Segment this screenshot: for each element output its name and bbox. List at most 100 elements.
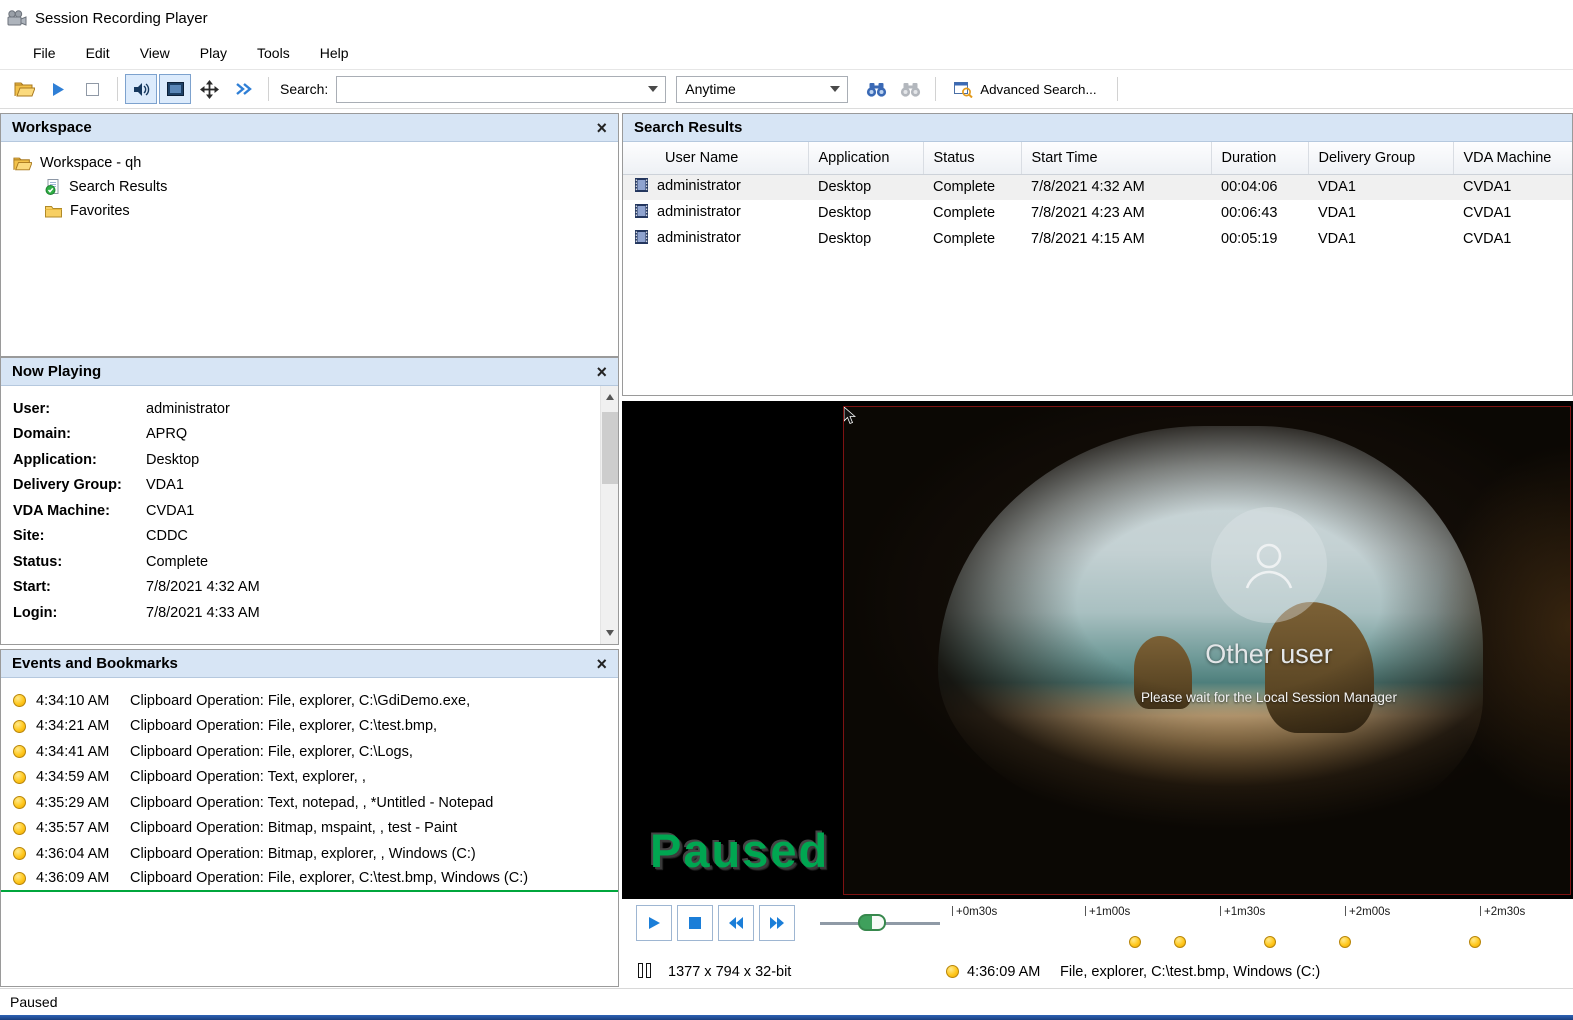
search-results-panel-title: Search Results	[634, 119, 742, 136]
other-user-label: Other user	[1009, 639, 1529, 670]
pause-indicator-icon	[638, 963, 651, 978]
fit-screen-toggle-button[interactable]	[159, 74, 191, 104]
menubar: File Edit View Play Tools Help	[0, 36, 1573, 69]
advanced-search-button[interactable]: Advanced Search...	[943, 74, 1107, 104]
cell-duration: 00:06:43	[1211, 200, 1308, 226]
menu-edit[interactable]: Edit	[71, 38, 125, 68]
play-icon	[646, 915, 662, 931]
event-item[interactable]: 4:35:57 AMClipboard Operation: Bitmap, m…	[1, 816, 618, 842]
pan-button[interactable]	[193, 74, 225, 104]
cell-application: Desktop	[808, 200, 923, 226]
close-icon[interactable]: ×	[596, 119, 607, 137]
cell-user-name: administrator	[623, 226, 808, 252]
cell-vda-machine: CVDA1	[1453, 174, 1572, 200]
advanced-search-icon	[954, 81, 973, 98]
tree-item-label: Workspace - qh	[40, 155, 141, 171]
tree-item-favorites[interactable]: Favorites	[1, 199, 618, 223]
tick-label: +1m30s	[1224, 906, 1265, 918]
event-marker-dot[interactable]	[1129, 936, 1141, 948]
column-header-application[interactable]: Application	[808, 142, 923, 174]
table-row[interactable]: administrator Desktop Complete 7/8/2021 …	[623, 174, 1572, 200]
rewind-button[interactable]	[718, 905, 754, 941]
stop-icon	[688, 916, 702, 930]
event-item[interactable]: 4:34:10 AMClipboard Operation: File, exp…	[1, 688, 618, 714]
event-marker-dot[interactable]	[1264, 936, 1276, 948]
menu-view[interactable]: View	[125, 38, 185, 68]
dropdown-arrow-icon[interactable]	[648, 86, 658, 92]
now-playing-fields: User:administrator Domain:APRQ Applicati…	[1, 386, 618, 626]
column-header-user[interactable]: User Name	[623, 142, 808, 174]
workspace-panel-title: Workspace	[12, 119, 92, 136]
more-tools-button[interactable]	[227, 74, 259, 104]
open-folder-icon	[14, 81, 35, 97]
column-header-start-time[interactable]: Start Time	[1021, 142, 1211, 174]
search-next-button[interactable]	[860, 74, 892, 104]
field-application: Application:Desktop	[1, 447, 618, 473]
play-button[interactable]	[636, 905, 672, 941]
slider-handle[interactable]	[858, 914, 886, 931]
tree-item-search-results[interactable]: Search Results	[1, 175, 618, 199]
stop-button[interactable]	[677, 905, 713, 941]
dropdown-arrow-icon[interactable]	[830, 86, 840, 92]
search-input[interactable]	[336, 76, 666, 103]
fast-forward-button[interactable]	[759, 905, 795, 941]
play-toolbar-button[interactable]	[42, 74, 74, 104]
column-header-duration[interactable]: Duration	[1211, 142, 1308, 174]
search-results-panel-header: Search Results	[623, 114, 1572, 142]
event-item[interactable]: 4:34:41 AMClipboard Operation: File, exp…	[1, 739, 618, 765]
event-marker-dot[interactable]	[1174, 936, 1186, 948]
event-item[interactable]: 4:34:21 AMClipboard Operation: File, exp…	[1, 714, 618, 740]
mouse-cursor-icon	[843, 406, 856, 428]
window-title: Session Recording Player	[35, 10, 208, 27]
event-dot-icon	[13, 745, 26, 758]
workspace-panel: Workspace × Workspace - qh Search Result…	[0, 113, 619, 357]
scrollbar-thumb[interactable]	[602, 412, 618, 484]
field-user: User:administrator	[1, 396, 618, 422]
event-item[interactable]: 4:35:29 AMClipboard Operation: Text, not…	[1, 790, 618, 816]
event-marker-dot[interactable]	[1469, 936, 1481, 948]
scroll-up-icon[interactable]	[601, 388, 619, 406]
toolbar: Search: Anytime Advanced Search...	[0, 69, 1573, 109]
search-previous-button[interactable]	[894, 74, 926, 104]
menu-play[interactable]: Play	[185, 38, 242, 68]
event-dot-icon	[13, 822, 26, 835]
close-icon[interactable]: ×	[596, 655, 607, 673]
event-marker-dot[interactable]	[1339, 936, 1351, 948]
now-playing-panel: Now Playing × User:administrator Domain:…	[0, 357, 619, 645]
player-controls: +0m30s +1m00s +1m30s +2m00s +2m30s	[622, 903, 1573, 955]
event-dot-icon	[13, 720, 26, 733]
event-item-current[interactable]: 4:36:09 AMClipboard Operation: File, exp…	[1, 867, 618, 893]
tree-item-workspace-root[interactable]: Workspace - qh	[1, 151, 618, 175]
cell-status: Complete	[923, 200, 1021, 226]
menu-help[interactable]: Help	[305, 38, 364, 68]
event-item[interactable]: 4:36:04 AMClipboard Operation: Bitmap, e…	[1, 841, 618, 867]
cell-user-name: administrator	[623, 200, 808, 226]
scroll-down-icon[interactable]	[601, 624, 619, 642]
table-row[interactable]: administrator Desktop Complete 7/8/2021 …	[623, 226, 1572, 252]
menu-tools[interactable]: Tools	[242, 38, 305, 68]
column-header-delivery-group[interactable]: Delivery Group	[1308, 142, 1453, 174]
favorites-folder-icon	[45, 205, 62, 218]
cell-application: Desktop	[808, 174, 923, 200]
column-header-vda-machine[interactable]: VDA Machine	[1453, 142, 1572, 174]
main-area: Workspace × Workspace - qh Search Result…	[0, 109, 1573, 988]
event-item[interactable]: 4:34:59 AMClipboard Operation: Text, exp…	[1, 765, 618, 791]
fast-forward-icon	[768, 916, 786, 930]
player-statusbar: 1377 x 794 x 32-bit 4:36:09 AM File, exp…	[622, 957, 1573, 987]
open-recording-button[interactable]	[8, 74, 40, 104]
table-row[interactable]: administrator Desktop Complete 7/8/2021 …	[623, 200, 1572, 226]
menu-file[interactable]: File	[18, 38, 71, 68]
snapshot-button[interactable]	[76, 74, 108, 104]
column-header-status[interactable]: Status	[923, 142, 1021, 174]
toolbar-separator	[117, 77, 118, 101]
session-recording-player-window: Session Recording Player File Edit View …	[0, 0, 1573, 1020]
timeline-tick: +0m30s	[952, 906, 997, 918]
cell-status: Complete	[923, 226, 1021, 252]
event-dot-icon	[13, 771, 26, 784]
time-filter-select[interactable]: Anytime	[676, 76, 848, 103]
scrollbar[interactable]	[600, 386, 618, 644]
audio-toggle-button[interactable]	[125, 74, 157, 104]
event-dot-icon	[13, 872, 26, 885]
player-viewport: Other user Please wait for the Local Ses…	[622, 401, 1573, 899]
close-icon[interactable]: ×	[596, 363, 607, 381]
